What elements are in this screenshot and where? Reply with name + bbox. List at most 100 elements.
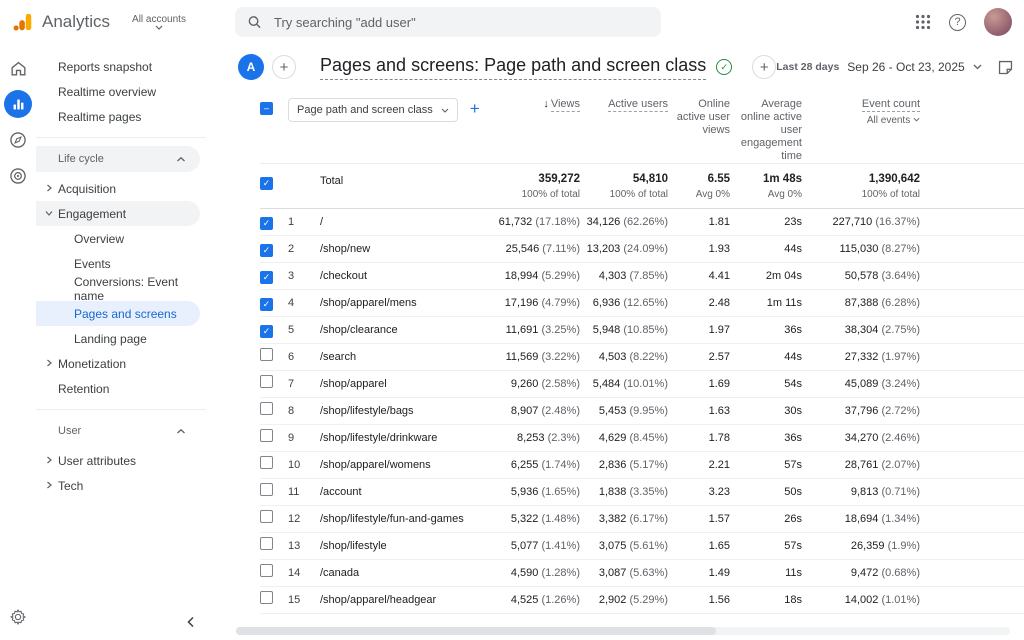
- notes-icon[interactable]: [997, 59, 1014, 76]
- engagement-time-value: 50s: [730, 486, 802, 498]
- online-views-value: 1.93: [668, 243, 730, 255]
- active-users-value: 4,303 (7.85%): [580, 270, 668, 282]
- event-count-value: 87,388 (6.28%): [802, 297, 920, 309]
- views-value: 5,936 (1.65%): [480, 486, 580, 498]
- row-checkbox[interactable]: [260, 456, 273, 469]
- table-header: – Page path and screen class + ↓Views Ac…: [260, 90, 1024, 163]
- event-count-value: 45,089 (3.24%): [802, 378, 920, 390]
- sidebar-item-tech[interactable]: Tech: [36, 473, 200, 498]
- scrollbar-thumb[interactable]: [236, 627, 716, 635]
- add-report-button[interactable]: +: [752, 55, 776, 79]
- table-row: 10/shop/apparel/womens6,255 (1.74%)2,836…: [260, 452, 1024, 479]
- table-row: ✓1/61,732 (17.18%)34,126 (62.26%)1.8123s…: [260, 209, 1024, 236]
- analytics-logo[interactable]: Analytics: [0, 11, 110, 33]
- table-body: ✓1/61,732 (17.18%)34,126 (62.26%)1.8123s…: [260, 209, 1024, 614]
- total-event-count: 1,390,642: [802, 173, 920, 185]
- online-views-value: 1.78: [668, 432, 730, 444]
- event-count-value: 26,359 (1.9%): [802, 540, 920, 552]
- active-users-value: 4,629 (8.45%): [580, 432, 668, 444]
- active-users-value: 1,838 (3.35%): [580, 486, 668, 498]
- sidebar-item-landing-page[interactable]: Landing page: [36, 326, 200, 351]
- active-users-value: 4,503 (8.22%): [580, 351, 668, 363]
- search-input[interactable]: [272, 14, 649, 31]
- sidebar-item-user-attributes[interactable]: User attributes: [36, 448, 200, 473]
- sidebar-item-conversions-event-name[interactable]: Conversions: Event name: [36, 276, 200, 301]
- sidebar-section-user[interactable]: User: [36, 418, 200, 444]
- explore-icon[interactable]: [4, 126, 32, 154]
- dimension-selector[interactable]: Page path and screen class: [288, 98, 458, 122]
- table-row: 15/shop/apparel/headgear4,525 (1.26%)2,9…: [260, 587, 1024, 614]
- sidebar-item-retention[interactable]: Retention: [36, 376, 200, 401]
- apps-grid-icon[interactable]: [915, 14, 931, 30]
- total-views: 359,272: [480, 173, 580, 185]
- total-row-checkbox[interactable]: ✓: [260, 177, 273, 190]
- sidebar-item-monetization[interactable]: Monetization: [36, 351, 200, 376]
- column-header-views[interactable]: ↓Views: [480, 98, 580, 111]
- row-number: 14: [288, 567, 320, 579]
- page-path: /search: [320, 351, 480, 363]
- sidebar-item-acquisition[interactable]: Acquisition: [36, 176, 200, 201]
- admin-gear-icon[interactable]: [9, 608, 27, 626]
- sidebar-item-pages-and-screens[interactable]: Pages and screens: [36, 301, 200, 326]
- row-checkbox[interactable]: [260, 402, 273, 415]
- expand-arrow-icon: [45, 359, 53, 367]
- sidebar-item-engagement[interactable]: Engagement: [36, 201, 200, 226]
- sidebar-item-realtime-pages[interactable]: Realtime pages: [36, 104, 200, 129]
- collapse-sidebar-icon[interactable]: [186, 616, 196, 628]
- row-checkbox[interactable]: ✓: [260, 298, 273, 311]
- column-header-avg-engagement-time[interactable]: Average online active user engagement ti…: [730, 98, 802, 163]
- reports-icon[interactable]: [4, 90, 32, 118]
- row-checkbox[interactable]: ✓: [260, 244, 273, 257]
- horizontal-scrollbar[interactable]: [236, 627, 1010, 635]
- row-checkbox[interactable]: [260, 537, 273, 550]
- online-views-value: 1.56: [668, 594, 730, 606]
- add-comparison-button[interactable]: +: [272, 55, 296, 79]
- row-checkbox[interactable]: [260, 375, 273, 388]
- select-all-checkbox[interactable]: –: [260, 102, 273, 115]
- account-switcher[interactable]: All accounts: [132, 14, 186, 30]
- sidebar-item-overview[interactable]: Overview: [36, 226, 200, 251]
- sidebar-section-life-cycle[interactable]: Life cycle: [36, 146, 200, 172]
- advertising-icon[interactable]: [4, 162, 32, 190]
- expand-arrow-icon: [45, 184, 53, 192]
- views-value: 5,077 (1.41%): [480, 540, 580, 552]
- property-avatar[interactable]: A: [238, 54, 264, 80]
- row-checkbox[interactable]: [260, 564, 273, 577]
- column-header-event-count[interactable]: Event count All events: [802, 98, 920, 127]
- collapse-arrow-icon: [45, 209, 53, 217]
- row-checkbox[interactable]: ✓: [260, 271, 273, 284]
- chevron-down-icon: [441, 108, 449, 113]
- row-checkbox[interactable]: ✓: [260, 217, 273, 230]
- chevron-down-icon: [913, 117, 920, 122]
- column-header-online-active-user-views[interactable]: Online active user views: [668, 98, 730, 137]
- row-checkbox[interactable]: [260, 510, 273, 523]
- sidebar-item-events[interactable]: Events: [36, 251, 200, 276]
- date-range-picker[interactable]: Last 28 days Sep 26 - Oct 23, 2025: [776, 60, 981, 74]
- search-bar[interactable]: [235, 7, 661, 37]
- online-views-value: 4.41: [668, 270, 730, 282]
- help-icon[interactable]: ?: [949, 14, 966, 31]
- row-checkbox[interactable]: [260, 483, 273, 496]
- sidebar-item-realtime-overview[interactable]: Realtime overview: [36, 79, 200, 104]
- engagement-time-value: 11s: [730, 567, 802, 579]
- app-name: Analytics: [42, 12, 110, 32]
- active-users-value: 3,382 (6.17%): [580, 513, 668, 525]
- row-checkbox[interactable]: [260, 429, 273, 442]
- event-count-filter[interactable]: All events: [802, 114, 920, 127]
- add-dimension-button[interactable]: +: [470, 98, 480, 120]
- row-checkbox[interactable]: ✓: [260, 325, 273, 338]
- row-number: 1: [288, 216, 320, 228]
- sidebar-item-reports-snapshot[interactable]: Reports snapshot: [36, 54, 200, 79]
- row-number: 12: [288, 513, 320, 525]
- active-users-value: 5,948 (10.85%): [580, 324, 668, 336]
- page-path: /shop/apparel/womens: [320, 459, 480, 471]
- row-checkbox[interactable]: [260, 348, 273, 361]
- home-icon[interactable]: [4, 54, 32, 82]
- column-header-active-users[interactable]: Active users: [580, 98, 668, 111]
- report-title[interactable]: Pages and screens: Page path and screen …: [320, 55, 706, 80]
- page-path: /account: [320, 486, 480, 498]
- user-avatar[interactable]: [984, 8, 1012, 36]
- collapse-section-icon: [176, 156, 186, 163]
- row-checkbox[interactable]: [260, 591, 273, 604]
- event-count-value: 28,761 (2.07%): [802, 459, 920, 471]
